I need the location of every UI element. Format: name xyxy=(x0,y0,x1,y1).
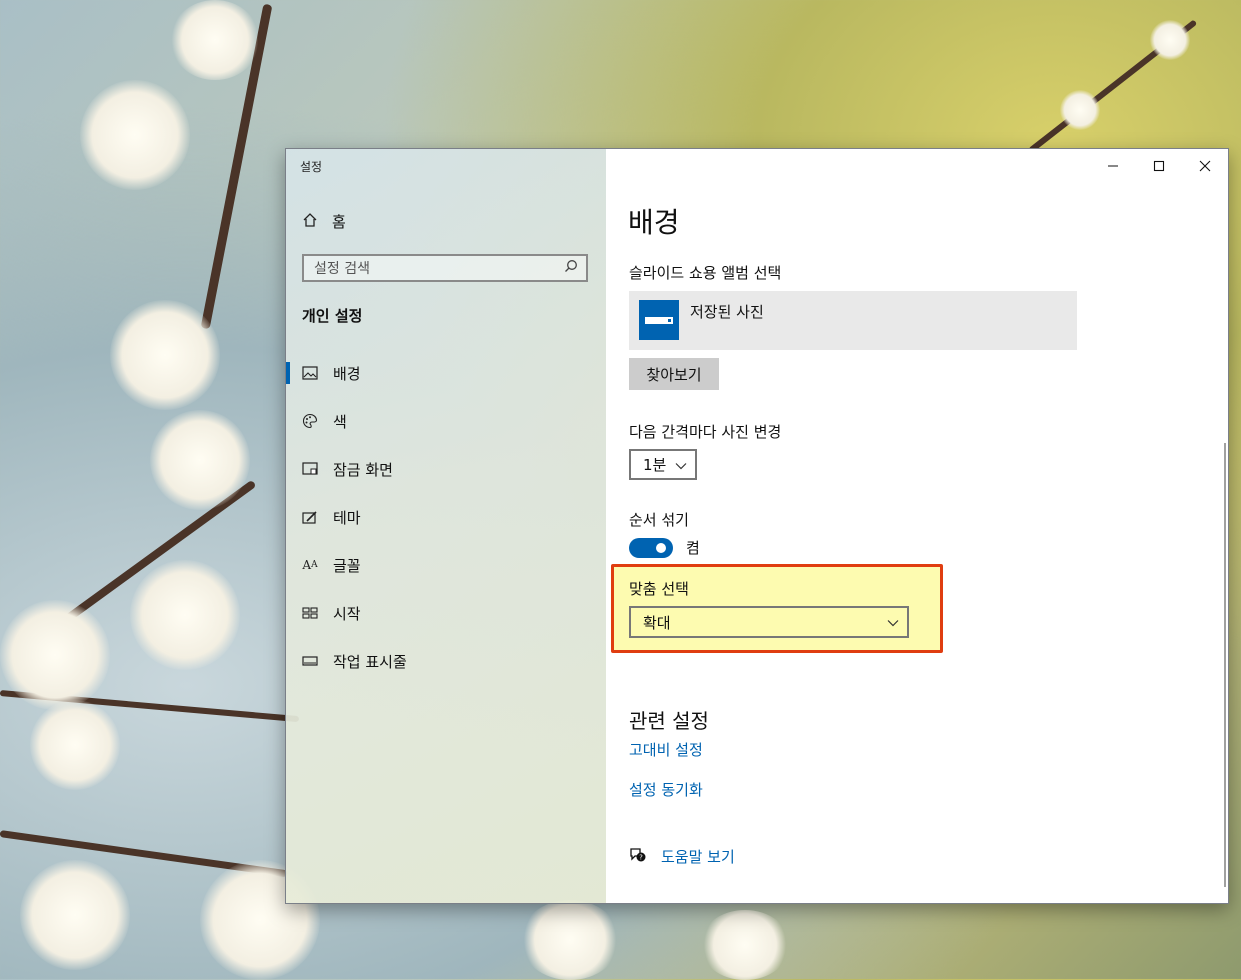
album-name: 저장된 사진 xyxy=(690,303,764,321)
search-input[interactable]: 설정 검색 xyxy=(302,254,588,282)
settings-window: 설정 홈 설정 검색 개인 설정 배경 색 잠금 화면 테마 A A 글꼴 시작… xyxy=(285,148,1229,904)
album-selector[interactable]: 저장된 사진 xyxy=(629,291,1077,350)
sidebar-item-label: 잠금 화면 xyxy=(333,460,393,479)
home-nav-item[interactable]: 홈 xyxy=(302,211,346,232)
font-icon: AA xyxy=(302,558,318,572)
maximize-button[interactable] xyxy=(1148,155,1170,177)
page-title: 배경 xyxy=(628,206,680,239)
toggle-knob xyxy=(656,543,666,553)
scrollbar[interactable] xyxy=(1224,443,1226,887)
sidebar-item-label: 배경 xyxy=(333,364,361,383)
help-label: 도움말 보기 xyxy=(661,848,735,866)
svg-text:?: ? xyxy=(639,853,643,861)
close-icon xyxy=(1199,160,1211,172)
search-icon xyxy=(564,259,578,277)
chevron-down-icon xyxy=(675,456,687,474)
interval-dropdown[interactable]: 1분 xyxy=(629,449,697,480)
fit-label: 맞춤 선택 xyxy=(629,580,689,598)
picture-icon xyxy=(302,365,318,381)
shuffle-state: 켬 xyxy=(686,539,700,557)
shuffle-label: 순서 섞기 xyxy=(629,511,689,529)
interval-value: 1분 xyxy=(643,456,667,474)
section-title: 개인 설정 xyxy=(302,307,363,325)
browse-button[interactable]: 찾아보기 xyxy=(629,358,719,390)
sidebar-item-label: 테마 xyxy=(333,508,361,527)
sidebar-item-start[interactable]: 시작 xyxy=(302,601,361,625)
high-contrast-link[interactable]: 고대비 설정 xyxy=(629,739,703,760)
sidebar-item-lock-screen[interactable]: 잠금 화면 xyxy=(302,457,393,481)
sync-settings-link[interactable]: 설정 동기화 xyxy=(629,779,703,800)
help-chat-icon: ? xyxy=(629,847,647,867)
saved-pictures-icon xyxy=(639,300,679,340)
sidebar-item-label: 색 xyxy=(333,412,347,431)
sidebar-item-label: 시작 xyxy=(333,604,361,623)
sidebar-item-themes[interactable]: 테마 xyxy=(302,505,361,529)
minimize-button[interactable] xyxy=(1102,155,1124,177)
sidebar-item-label: 글꼴 xyxy=(333,556,361,575)
content-pane: 배경 슬라이드 쇼용 앨범 선택 저장된 사진 찾아보기 다음 간격마다 사진 … xyxy=(606,149,1228,903)
shuffle-toggle[interactable] xyxy=(629,538,673,558)
maximize-icon xyxy=(1153,160,1165,172)
selected-indicator xyxy=(286,362,290,384)
sidebar-item-background[interactable]: 배경 xyxy=(302,361,361,385)
close-button[interactable] xyxy=(1194,155,1216,177)
home-icon xyxy=(302,212,318,232)
sidebar-item-fonts[interactable]: AA 글꼴 xyxy=(302,553,361,577)
navigation-pane: 설정 홈 설정 검색 개인 설정 배경 색 잠금 화면 테마 A A 글꼴 시작… xyxy=(286,149,606,903)
lock-screen-icon xyxy=(302,461,318,477)
chevron-down-icon xyxy=(887,613,899,631)
search-placeholder: 설정 검색 xyxy=(314,261,370,277)
get-help-link[interactable]: ? 도움말 보기 xyxy=(629,846,735,867)
related-settings-title: 관련 설정 xyxy=(629,709,709,733)
window-title: 설정 xyxy=(300,160,323,174)
home-label: 홈 xyxy=(332,213,346,231)
palette-icon xyxy=(302,413,318,429)
sidebar-item-label: 작업 표시줄 xyxy=(333,652,407,671)
taskbar-icon xyxy=(302,653,318,669)
theme-brush-icon xyxy=(302,509,318,525)
sidebar-item-color[interactable]: 색 xyxy=(302,409,347,433)
start-grid-icon xyxy=(302,605,318,621)
sidebar-item-taskbar[interactable]: 작업 표시줄 xyxy=(302,649,407,673)
fit-value: 확대 xyxy=(643,613,671,632)
fit-dropdown[interactable]: 확대 xyxy=(629,606,909,638)
minimize-icon xyxy=(1108,165,1118,167)
interval-label: 다음 간격마다 사진 변경 xyxy=(629,423,782,441)
album-label: 슬라이드 쇼용 앨범 선택 xyxy=(629,264,782,282)
